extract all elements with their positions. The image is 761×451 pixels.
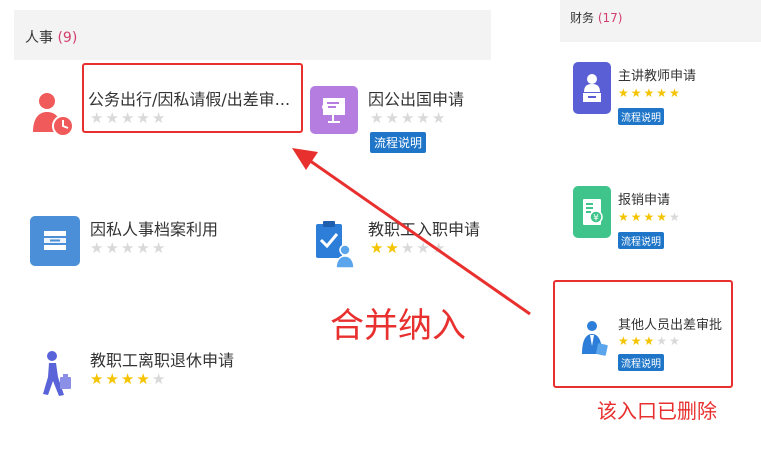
- merge-arrow: [292, 148, 531, 316]
- merge-annotation: 合并纳入: [330, 306, 466, 346]
- deleted-annotation: 该入口已删除: [597, 399, 717, 423]
